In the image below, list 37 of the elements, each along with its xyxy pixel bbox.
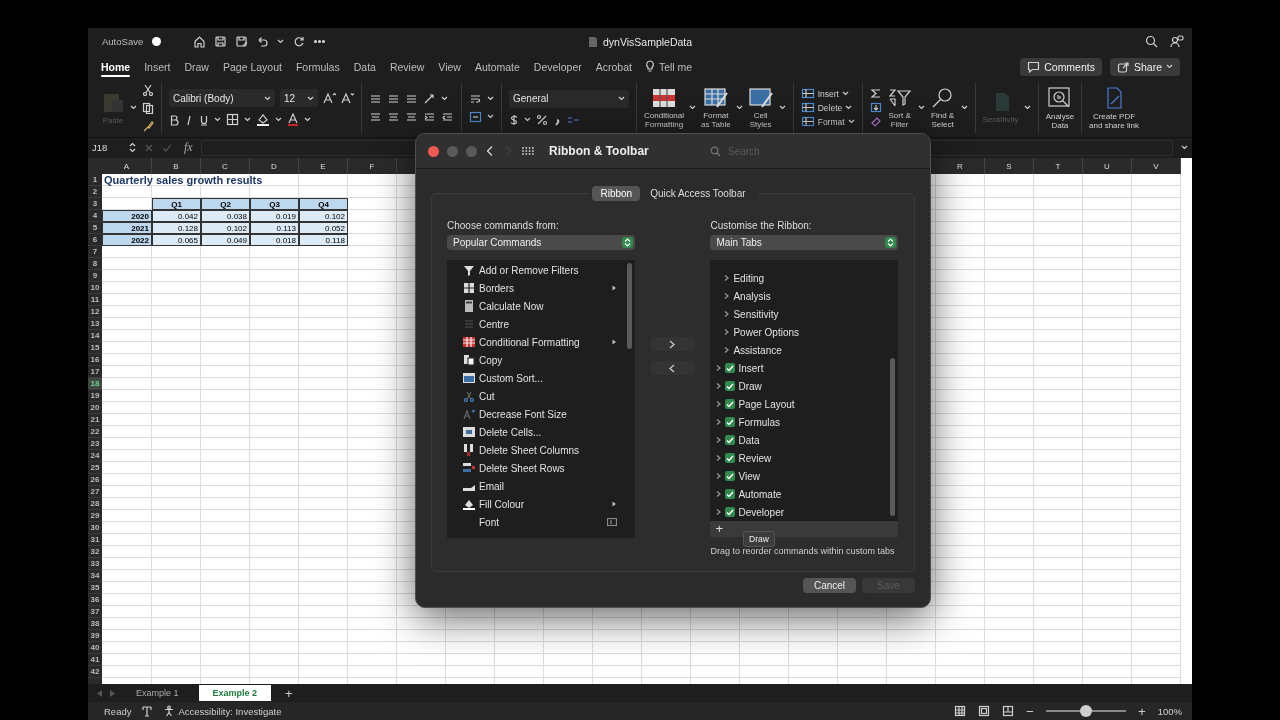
button-label: Analyse Data [1045,111,1075,130]
table-cell: 0.102 [299,210,348,223]
tooltip: Draw [743,531,775,547]
autosave-label: AutoSave [102,36,144,48]
sensitivity-label: Sensitivity [982,115,1019,125]
table-cell: 2020 [102,210,152,223]
table-cell: 0.019 [250,210,299,223]
dialog-title: Ribbon & Toolbar [549,144,649,158]
button-label: Create PDF and share link [1089,111,1139,130]
button-label: Cell Styles [749,110,772,129]
status-text: Ready [104,705,132,717]
zoom-percentage: 100% [1157,705,1182,717]
table-cell: 0.049 [201,234,250,247]
table-cell: 0.102 [201,222,250,235]
button-label: Format as Table [701,110,731,129]
field-label: Choose commands from: [447,220,560,233]
table-cell: 2021 [102,222,152,235]
sheet-title: Quarterly sales growth results [103,174,264,187]
table-cell: 2022 [102,234,152,247]
table-cell: 0.128 [152,222,201,235]
table-cell: 0.052 [299,222,348,235]
table-cell: 0.118 [299,234,348,247]
button-label: Sort & Filter [888,110,911,129]
table-cell: Q1 [152,198,201,211]
table-cell: 0.042 [152,210,201,223]
button-label: Find & Select [931,110,955,129]
table-cell: 0.038 [201,210,250,223]
table-cell: 0.113 [250,222,299,235]
table-cell: 0.018 [250,234,299,247]
table-cell: Q3 [250,198,299,211]
field-label: Customise the Ribbon: [710,220,813,233]
table-cell: 0.065 [152,234,201,247]
table-cell: Q2 [201,198,250,211]
button-label: Conditional Formatting [644,110,685,129]
hint-text: Drag to reorder commands within custom tabs [710,546,896,556]
document-title: dynVisSampleData [603,36,693,48]
table-cell: Q4 [299,198,348,211]
